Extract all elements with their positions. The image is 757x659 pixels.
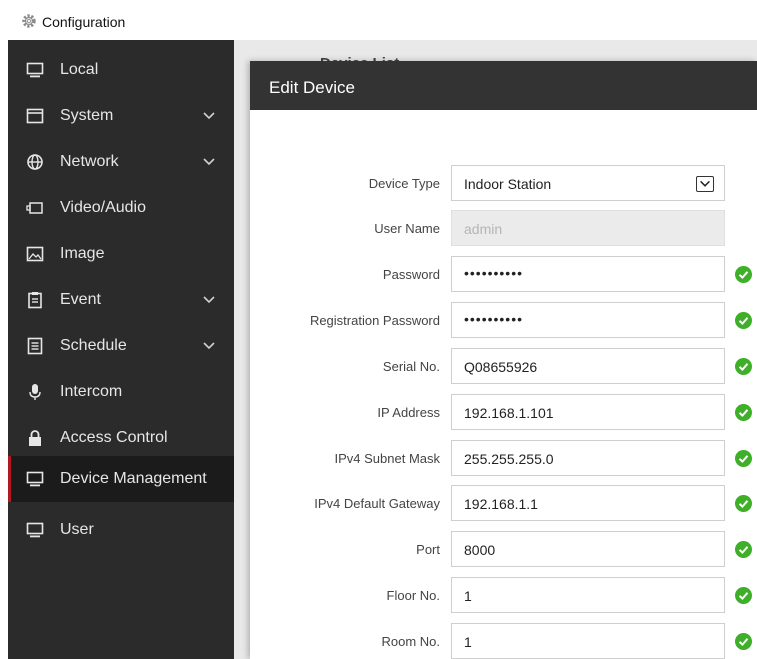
registration-password-field[interactable]: •••••••••• <box>451 302 725 338</box>
video-icon <box>26 202 43 214</box>
sidebar-item-label: Schedule <box>60 337 127 354</box>
sidebar-item-label: System <box>60 107 114 124</box>
form-row-device-type: Device Type Indoor Station <box>250 165 757 201</box>
form-row-registration-password: Registration Password •••••••••• <box>250 302 757 338</box>
form-row-floor-no: Floor No. 1 <box>250 577 757 613</box>
floor-no-field[interactable]: 1 <box>451 577 725 613</box>
monitor-icon <box>26 522 44 538</box>
field-label: Device Type <box>368 176 440 191</box>
sidebar-item-label: Event <box>60 291 101 308</box>
ip-address-field[interactable]: 192.168.1.101 <box>451 394 725 430</box>
sidebar: Local System Network Video/Audio Image E… <box>8 40 234 659</box>
dialog-header: Edit Device <box>250 61 757 110</box>
sidebar-item-label: Access Control <box>60 429 168 446</box>
form-row-serial-no: Serial No. Q08655926 <box>250 348 757 384</box>
room-no-field[interactable]: 1 <box>451 623 725 659</box>
form-row-port: Port 8000 <box>250 531 757 567</box>
image-icon <box>26 246 44 262</box>
sidebar-item-label: Device Management <box>60 470 207 487</box>
port-field[interactable]: 8000 <box>451 531 725 567</box>
sidebar-item-device-management[interactable]: Device Management <box>8 456 234 502</box>
chevron-down-icon <box>203 112 215 120</box>
device-type-value: Indoor Station <box>464 176 552 192</box>
sidebar-item-user[interactable]: User <box>8 507 234 553</box>
sidebar-item-label: Image <box>60 245 105 262</box>
window-icon <box>26 108 44 124</box>
form-row-user-name: User Name admin <box>250 210 757 246</box>
device-type-select[interactable]: Indoor Station <box>451 165 725 201</box>
lock-icon <box>29 430 41 446</box>
chevron-down-icon <box>203 158 215 166</box>
monitor-icon <box>26 471 44 487</box>
field-label: Registration Password <box>309 313 440 328</box>
dialog-title: Edit Device <box>269 78 355 97</box>
gear-icon <box>22 14 36 28</box>
monitor-icon <box>26 62 44 78</box>
serial-no-field[interactable]: Q08655926 <box>451 348 725 384</box>
top-bar: Configuration <box>0 0 757 40</box>
chevron-down-icon <box>696 176 714 192</box>
microphone-icon <box>29 384 41 400</box>
check-circle-icon <box>735 541 752 558</box>
check-circle-icon <box>735 495 752 512</box>
sidebar-item-label: User <box>60 521 94 538</box>
subnet-mask-field[interactable]: 255.255.255.0 <box>451 440 725 476</box>
check-circle-icon <box>735 633 752 650</box>
sidebar-item-label: Intercom <box>60 383 123 400</box>
check-circle-icon <box>735 587 752 604</box>
sidebar-item-access-control[interactable]: Access Control <box>8 415 234 461</box>
form-row-subnet-mask: IPv4 Subnet Mask 255.255.255.0 <box>250 440 757 476</box>
field-label: Serial No. <box>382 359 440 374</box>
check-circle-icon <box>735 312 752 329</box>
field-label: Floor No. <box>386 588 440 603</box>
sidebar-item-schedule[interactable]: Schedule <box>8 323 234 369</box>
sidebar-item-label: Local <box>60 61 99 78</box>
form-row-room-no: Room No. 1 <box>250 623 757 659</box>
sidebar-item-event[interactable]: Event <box>8 277 234 323</box>
field-label: Room No. <box>381 634 440 649</box>
list-icon <box>27 337 43 355</box>
check-circle-icon <box>735 404 752 421</box>
globe-icon <box>27 154 43 170</box>
sidebar-item-label: Network <box>60 153 119 170</box>
check-circle-icon <box>735 358 752 375</box>
field-label: Port <box>416 542 440 557</box>
sidebar-item-network[interactable]: Network <box>8 139 234 185</box>
field-label: User Name <box>374 221 440 236</box>
sidebar-item-video-audio[interactable]: Video/Audio <box>8 185 234 231</box>
form-row-password: Password •••••••••• <box>250 256 757 292</box>
sidebar-item-image[interactable]: Image <box>8 231 234 277</box>
form-row-default-gateway: IPv4 Default Gateway 192.168.1.1 <box>250 485 757 521</box>
check-circle-icon <box>735 266 752 283</box>
form-row-ip-address: IP Address 192.168.1.101 <box>250 394 757 430</box>
password-field[interactable]: •••••••••• <box>451 256 725 292</box>
field-label: IPv4 Subnet Mask <box>334 451 441 466</box>
user-name-field: admin <box>451 210 725 246</box>
check-circle-icon <box>735 450 752 467</box>
edit-device-dialog: Edit Device Device Type Indoor Station U… <box>250 61 757 659</box>
sidebar-item-system[interactable]: System <box>8 93 234 139</box>
field-label: IPv4 Default Gateway <box>314 496 440 511</box>
chevron-down-icon <box>203 342 215 350</box>
clipboard-icon <box>28 292 42 309</box>
sidebar-item-intercom[interactable]: Intercom <box>8 369 234 415</box>
app-title: Configuration <box>42 14 126 30</box>
field-label: IP Address <box>377 405 440 420</box>
sidebar-item-label: Video/Audio <box>60 199 146 216</box>
default-gateway-field[interactable]: 192.168.1.1 <box>451 485 725 521</box>
sidebar-item-local[interactable]: Local <box>8 47 234 93</box>
field-label: Password <box>382 267 440 282</box>
chevron-down-icon <box>203 296 215 304</box>
